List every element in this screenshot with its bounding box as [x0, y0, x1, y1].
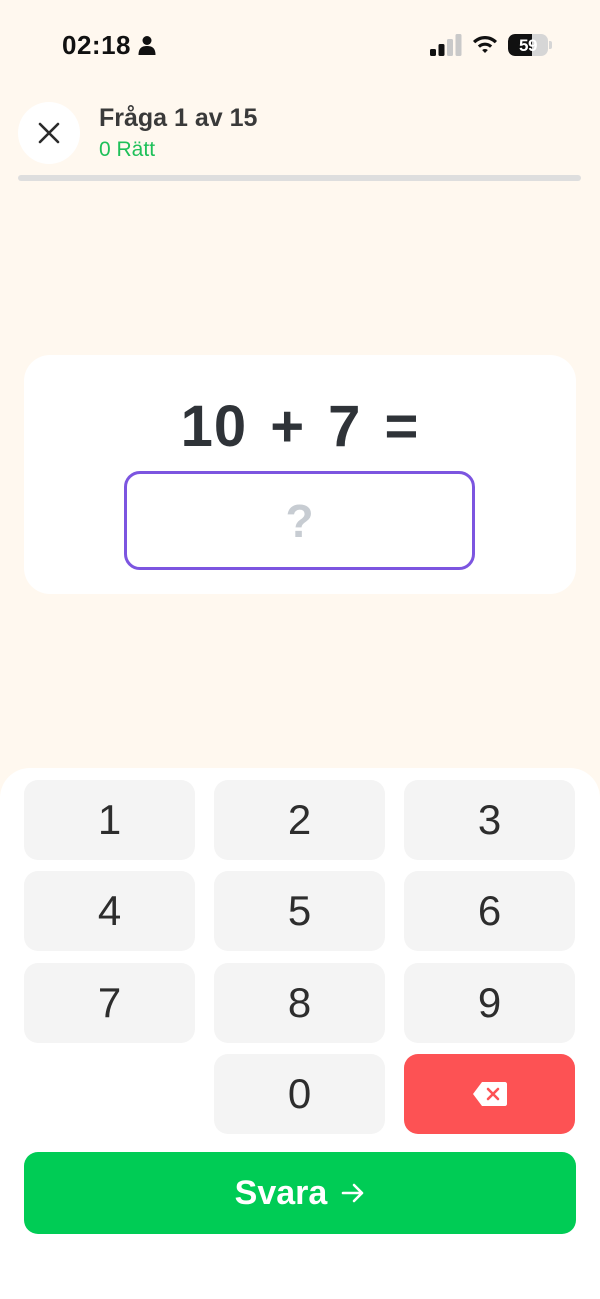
answer-input[interactable]: ? [124, 471, 475, 570]
wifi-icon [473, 36, 497, 53]
battery-cap [549, 41, 552, 49]
backspace-button[interactable] [404, 1054, 575, 1134]
keypad-key-0[interactable]: 0 [214, 1054, 385, 1134]
cellular-signal-icon [430, 34, 462, 56]
backspace-icon [472, 1082, 507, 1106]
keypad-key-2[interactable]: 2 [214, 780, 385, 860]
question-card: 10 + 7 = ? [24, 355, 576, 594]
arrow-right-icon [342, 1183, 364, 1203]
progress-bar [18, 175, 581, 181]
question-counter: Fråga 1 av 15 [99, 104, 258, 132]
person-icon [138, 36, 156, 55]
battery-icon: 59 [508, 34, 548, 56]
close-icon [38, 122, 60, 144]
keypad-key-8[interactable]: 8 [214, 963, 385, 1043]
keypad-key-9[interactable]: 9 [404, 963, 575, 1043]
status-time: 02:18 [62, 30, 131, 60]
keypad-key-5[interactable]: 5 [214, 871, 385, 951]
keypad-key-4[interactable]: 4 [24, 871, 195, 951]
battery-percent: 59 [519, 36, 537, 55]
quiz-screen: 02:18 59 Fråga 1 av 15 0 Rätt 10 + 7 = ?… [0, 0, 600, 1299]
keypad-key-6[interactable]: 6 [404, 871, 575, 951]
correct-count: 0 Rätt [99, 138, 156, 161]
keypad-key-7[interactable]: 7 [24, 963, 195, 1043]
submit-answer-button[interactable]: Svara [24, 1152, 576, 1234]
equation-text: 10 + 7 = [180, 394, 420, 459]
status-bar: 02:18 59 [0, 0, 600, 90]
keypad-key-1[interactable]: 1 [24, 780, 195, 860]
keypad-key-3[interactable]: 3 [404, 780, 575, 860]
submit-button-label: Svara [234, 1173, 328, 1212]
close-button[interactable] [18, 102, 80, 164]
